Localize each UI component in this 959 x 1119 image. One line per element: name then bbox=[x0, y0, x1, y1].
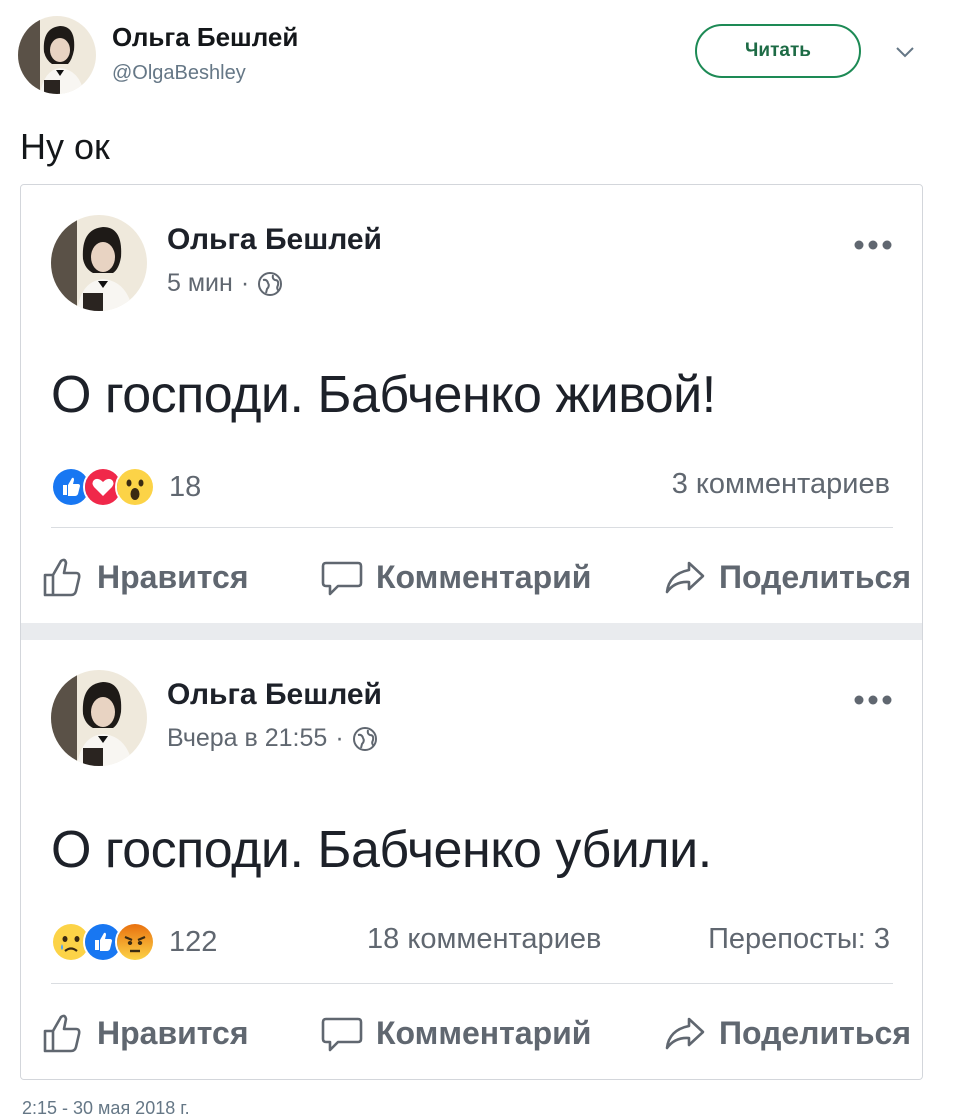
post-author-name[interactable]: Ольга Бешлей bbox=[167, 678, 382, 712]
share-button[interactable]: Поделиться bbox=[663, 555, 911, 599]
comments-count[interactable]: 3 комментариев bbox=[672, 468, 890, 501]
post-actions: Нравится Комментарий Поделиться bbox=[41, 1011, 911, 1055]
shares-count[interactable]: Перепосты: 3 bbox=[708, 923, 890, 956]
reaction-count: 18 bbox=[169, 470, 202, 503]
wow-icon bbox=[115, 467, 155, 507]
angry-icon bbox=[115, 922, 155, 962]
like-button[interactable]: Нравится bbox=[41, 1011, 249, 1055]
chevron-down-icon[interactable] bbox=[892, 42, 918, 62]
meta-separator: · bbox=[240, 269, 250, 297]
post-meta: 5 мин · bbox=[167, 269, 283, 298]
post-time[interactable]: Вчера в 21:55 bbox=[167, 724, 327, 753]
share-icon bbox=[665, 561, 705, 594]
like-label: Нравится bbox=[97, 558, 249, 595]
tweet-author-handle[interactable]: @OlgaBeshley bbox=[112, 62, 246, 85]
comment-button[interactable]: Комментарий bbox=[320, 1011, 591, 1055]
share-button[interactable]: Поделиться bbox=[663, 1011, 911, 1055]
comment-button[interactable]: Комментарий bbox=[320, 555, 591, 599]
reactions-summary[interactable]: 122 bbox=[51, 922, 217, 962]
like-button[interactable]: Нравится bbox=[41, 555, 249, 599]
globe-icon bbox=[258, 271, 283, 296]
post-body: О господи. Бабченко живой! bbox=[51, 366, 716, 424]
comment-icon bbox=[321, 1017, 363, 1052]
reactions-summary[interactable]: 18 bbox=[51, 467, 201, 507]
post-author-avatar[interactable] bbox=[51, 670, 147, 766]
more-options-icon[interactable] bbox=[853, 237, 893, 253]
tweet-author-name[interactable]: Ольга Бешлей bbox=[112, 22, 298, 53]
reaction-count: 122 bbox=[169, 925, 218, 958]
meta-separator: · bbox=[335, 724, 344, 752]
post-time[interactable]: 5 мин bbox=[167, 269, 233, 298]
post-meta: Вчера в 21:55 · bbox=[167, 724, 378, 753]
post-author-name[interactable]: Ольга Бешлей bbox=[167, 223, 382, 257]
facebook-post: Ольга Бешлей 5 мин · О господи. Бабченко… bbox=[21, 185, 922, 623]
follow-button[interactable]: Читать bbox=[695, 24, 861, 78]
comment-icon bbox=[321, 561, 363, 596]
post-body: О господи. Бабченко убили. bbox=[51, 821, 712, 879]
divider bbox=[51, 983, 893, 984]
share-label: Поделиться bbox=[718, 1014, 911, 1051]
share-icon bbox=[665, 1017, 705, 1050]
comments-count[interactable]: 18 комментариев bbox=[367, 923, 601, 956]
tweet-text: Ну ок bbox=[20, 126, 110, 167]
comment-label: Комментарий bbox=[375, 1014, 592, 1051]
facebook-post: Ольга Бешлей Вчера в 21:55 · О господи. … bbox=[21, 640, 922, 1079]
comment-label: Комментарий bbox=[375, 558, 592, 595]
post-actions: Нравится Комментарий Поделиться bbox=[41, 555, 911, 599]
share-label: Поделиться bbox=[718, 558, 911, 595]
thumbs-up-icon bbox=[43, 1014, 81, 1053]
like-label: Нравится bbox=[97, 1014, 249, 1051]
facebook-screenshot: Ольга Бешлей 5 мин · О господи. Бабченко… bbox=[20, 184, 923, 1080]
divider bbox=[51, 527, 893, 528]
post-author-avatar[interactable] bbox=[51, 215, 147, 311]
tweet-author-avatar[interactable] bbox=[18, 16, 96, 94]
thumbs-up-icon bbox=[43, 558, 81, 597]
globe-icon bbox=[352, 726, 377, 751]
more-options-icon[interactable] bbox=[853, 692, 893, 708]
